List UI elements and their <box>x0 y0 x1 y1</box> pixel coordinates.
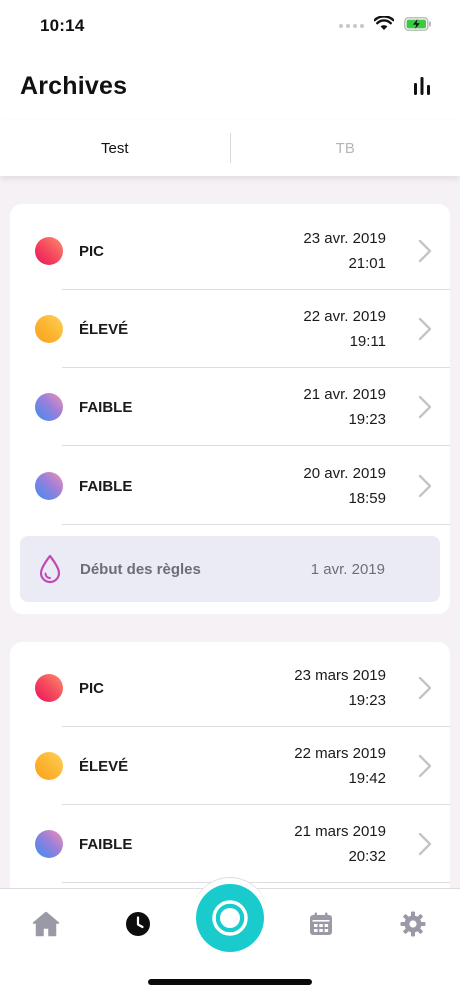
tab-calendar[interactable] <box>306 909 336 939</box>
entry-time: 19:23 <box>348 411 386 428</box>
entry-time: 18:59 <box>348 490 386 507</box>
entry-date: 23 mars 2019 <box>294 667 386 684</box>
row-separator <box>62 882 450 883</box>
level-indicator-dot <box>35 752 63 780</box>
level-indicator-dot <box>35 393 63 421</box>
level-label: FAIBLE <box>79 398 133 416</box>
level-label: PIC <box>79 242 105 260</box>
entry-date: 22 avr. 2019 <box>303 308 386 325</box>
bar-chart-icon <box>414 77 430 95</box>
entry-date: 20 avr. 2019 <box>303 465 386 482</box>
wifi-icon <box>373 15 395 36</box>
page-title: Archives <box>20 71 128 100</box>
list-item[interactable]: ÉLEVÉ 22 avr. 2019 19:11 <box>10 290 450 368</box>
entry-datetime: 23 mars 2019 19:23 <box>294 663 386 713</box>
level-indicator-dot <box>35 237 63 265</box>
entry-time: 20:32 <box>348 848 386 865</box>
capture-icon <box>212 900 248 936</box>
clock-icon <box>126 912 150 936</box>
level-label: FAIBLE <box>79 477 133 495</box>
chevron-right-icon <box>418 239 432 263</box>
calendar-icon <box>310 912 332 935</box>
chevron-right-icon <box>418 676 432 700</box>
list-item[interactable]: ÉLEVÉ 22 mars 2019 19:42 <box>10 727 450 805</box>
list-item[interactable]: PIC 23 avr. 2019 21:01 <box>10 212 450 290</box>
level-label: PIC <box>79 679 105 697</box>
chevron-right-icon <box>418 474 432 498</box>
tab-tb[interactable]: TB <box>231 120 460 176</box>
chevron-right-icon <box>418 317 432 341</box>
tab-history[interactable] <box>123 909 153 939</box>
cycle-card-march: PIC 23 mars 2019 19:23 ÉLEVÉ 22 mars 201… <box>10 642 450 902</box>
entry-date: 21 mars 2019 <box>294 823 386 840</box>
entry-date: 21 avr. 2019 <box>303 386 386 403</box>
tab-home[interactable] <box>31 909 61 939</box>
drop-icon <box>39 554 61 584</box>
entry-date: 23 avr. 2019 <box>303 230 386 247</box>
header: Archives <box>0 52 460 120</box>
home-icon <box>32 911 60 937</box>
level-indicator-dot <box>35 315 63 343</box>
gear-icon <box>400 911 426 937</box>
entry-datetime: 23 avr. 2019 21:01 <box>303 226 386 276</box>
entry-datetime: 21 mars 2019 20:32 <box>294 819 386 869</box>
tab-test[interactable]: Test <box>0 120 230 176</box>
period-date: 1 avr. 2019 <box>310 560 385 578</box>
level-indicator-dot <box>35 472 63 500</box>
level-label: FAIBLE <box>79 835 133 853</box>
entry-time: 21:01 <box>348 255 386 272</box>
entry-datetime: 20 avr. 2019 18:59 <box>303 461 386 511</box>
tab-settings[interactable] <box>398 909 428 939</box>
entry-time: 19:42 <box>348 770 386 787</box>
statistics-button[interactable] <box>404 68 440 104</box>
level-label: ÉLEVÉ <box>79 757 129 775</box>
entry-datetime: 22 avr. 2019 19:11 <box>303 304 386 354</box>
cycle-card-april: PIC 23 avr. 2019 21:01 ÉLEVÉ 22 avr. 201… <box>10 204 450 614</box>
list-item[interactable]: FAIBLE 20 avr. 2019 18:59 <box>10 447 450 525</box>
level-indicator-dot <box>35 674 63 702</box>
row-separator <box>62 524 450 525</box>
list-item[interactable]: PIC 23 mars 2019 19:23 <box>10 649 450 727</box>
entry-datetime: 21 avr. 2019 19:23 <box>303 382 386 432</box>
chevron-right-icon <box>418 754 432 778</box>
status-indicators <box>339 15 432 36</box>
level-indicator-dot <box>35 830 63 858</box>
chevron-right-icon <box>418 395 432 419</box>
period-start-row[interactable]: Début des règles 1 avr. 2019 <box>20 536 440 602</box>
status-time: 10:14 <box>40 16 85 35</box>
cellular-signal-icon <box>339 24 364 28</box>
level-label: ÉLEVÉ <box>79 320 129 338</box>
entry-date: 22 mars 2019 <box>294 745 386 762</box>
entry-time: 19:11 <box>349 333 386 350</box>
entry-datetime: 22 mars 2019 19:42 <box>294 741 386 791</box>
capture-button[interactable] <box>196 884 264 952</box>
chevron-right-icon <box>418 832 432 856</box>
period-label: Début des règles <box>80 560 201 578</box>
row-separator <box>62 445 450 446</box>
entry-time: 19:23 <box>348 692 386 709</box>
segmented-tabs: Test TB <box>0 120 460 176</box>
home-indicator <box>148 979 312 985</box>
list-item[interactable]: FAIBLE 21 avr. 2019 19:23 <box>10 368 450 446</box>
status-bar: 10:14 <box>0 0 460 52</box>
battery-charging-icon <box>404 16 432 36</box>
list-item[interactable]: FAIBLE 21 mars 2019 20:32 <box>10 805 450 883</box>
